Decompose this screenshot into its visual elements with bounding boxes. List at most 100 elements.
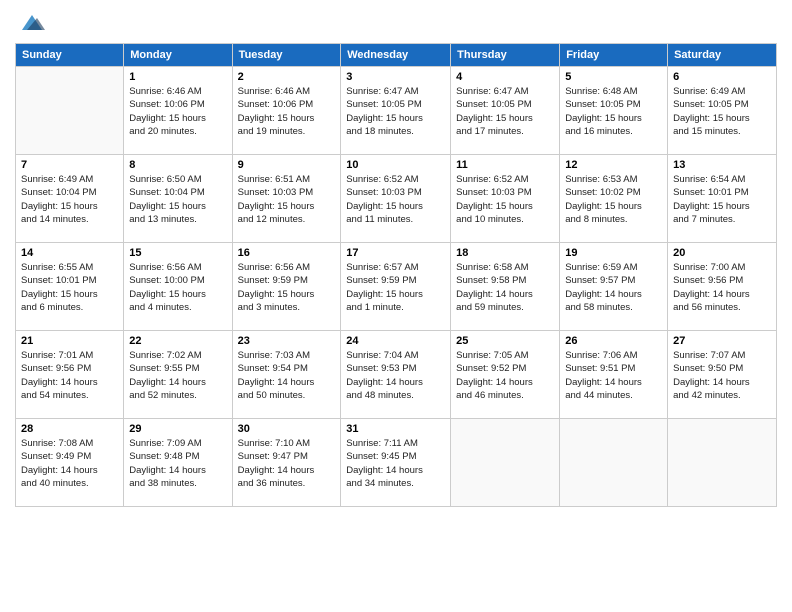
day-info: Sunrise: 6:47 AM Sunset: 10:05 PM Daylig… xyxy=(456,85,554,138)
day-number: 16 xyxy=(238,247,336,259)
day-info: Sunrise: 6:52 AM Sunset: 10:03 PM Daylig… xyxy=(346,173,445,226)
day-info: Sunrise: 6:56 AM Sunset: 10:00 PM Daylig… xyxy=(129,261,226,314)
day-number: 2 xyxy=(238,71,336,83)
calendar-cell: 6Sunrise: 6:49 AM Sunset: 10:05 PM Dayli… xyxy=(668,67,777,155)
calendar-header-row: SundayMondayTuesdayWednesdayThursdayFrid… xyxy=(16,44,777,67)
calendar-cell: 24 Sunrise: 7:04 AM Sunset: 9:53 PM Dayli… xyxy=(341,331,451,419)
calendar-week-row: 7Sunrise: 6:49 AM Sunset: 10:04 PM Dayli… xyxy=(16,155,777,243)
logo-icon xyxy=(17,10,47,35)
calendar-week-row: 14 Sunrise: 6:55 AM Sunset: 10:01 PM Dayl… xyxy=(16,243,777,331)
day-info: Sunrise: 6:46 AM Sunset: 10:06 PM Daylig… xyxy=(238,85,336,138)
calendar-cell xyxy=(16,67,124,155)
day-of-week-header: Monday xyxy=(124,44,232,67)
day-info: Sunrise: 6:53 AM Sunset: 10:02 PM Daylig… xyxy=(565,173,662,226)
calendar-cell: 27 Sunrise: 7:07 AM Sunset: 9:50 PM Dayli… xyxy=(668,331,777,419)
day-of-week-header: Wednesday xyxy=(341,44,451,67)
day-number: 14 xyxy=(21,247,118,259)
day-info: Sunrise: 7:03 AM Sunset: 9:54 PM Dayligh… xyxy=(238,349,336,402)
calendar-cell: 11 Sunrise: 6:52 AM Sunset: 10:03 PM Dayl… xyxy=(451,155,560,243)
day-number: 21 xyxy=(21,335,118,347)
day-info: Sunrise: 7:10 AM Sunset: 9:47 PM Dayligh… xyxy=(238,437,336,490)
day-of-week-header: Tuesday xyxy=(232,44,341,67)
day-info: Sunrise: 7:04 AM Sunset: 9:53 PM Dayligh… xyxy=(346,349,445,402)
calendar-cell: 23 Sunrise: 7:03 AM Sunset: 9:54 PM Dayli… xyxy=(232,331,341,419)
day-number: 22 xyxy=(129,335,226,347)
day-info: Sunrise: 7:00 AM Sunset: 9:56 PM Dayligh… xyxy=(673,261,771,314)
day-number: 3 xyxy=(346,71,445,83)
calendar-cell: 14 Sunrise: 6:55 AM Sunset: 10:01 PM Dayl… xyxy=(16,243,124,331)
calendar-cell: 28 Sunrise: 7:08 AM Sunset: 9:49 PM Dayli… xyxy=(16,419,124,507)
calendar-cell: 13 Sunrise: 6:54 AM Sunset: 10:01 PM Dayl… xyxy=(668,155,777,243)
day-info: Sunrise: 6:52 AM Sunset: 10:03 PM Daylig… xyxy=(456,173,554,226)
day-number: 11 xyxy=(456,159,554,171)
calendar-cell: 29Sunrise: 7:09 AM Sunset: 9:48 PM Dayli… xyxy=(124,419,232,507)
calendar-cell: 18 Sunrise: 6:58 AM Sunset: 9:58 PM Dayli… xyxy=(451,243,560,331)
calendar-cell: 2 Sunrise: 6:46 AM Sunset: 10:06 PM Dayli… xyxy=(232,67,341,155)
calendar-cell: 19 Sunrise: 6:59 AM Sunset: 9:57 PM Dayli… xyxy=(560,243,668,331)
calendar-cell: 22 Sunrise: 7:02 AM Sunset: 9:55 PM Dayli… xyxy=(124,331,232,419)
day-number: 6 xyxy=(673,71,771,83)
calendar-cell: 21 Sunrise: 7:01 AM Sunset: 9:56 PM Dayli… xyxy=(16,331,124,419)
calendar-cell: 9 Sunrise: 6:51 AM Sunset: 10:03 PM Dayli… xyxy=(232,155,341,243)
day-info: Sunrise: 6:59 AM Sunset: 9:57 PM Dayligh… xyxy=(565,261,662,314)
day-number: 9 xyxy=(238,159,336,171)
day-info: Sunrise: 6:58 AM Sunset: 9:58 PM Dayligh… xyxy=(456,261,554,314)
calendar: SundayMondayTuesdayWednesdayThursdayFrid… xyxy=(15,43,777,507)
day-of-week-header: Saturday xyxy=(668,44,777,67)
calendar-cell: 20Sunrise: 7:00 AM Sunset: 9:56 PM Dayli… xyxy=(668,243,777,331)
day-number: 23 xyxy=(238,335,336,347)
day-number: 1 xyxy=(129,71,226,83)
day-info: Sunrise: 7:08 AM Sunset: 9:49 PM Dayligh… xyxy=(21,437,118,490)
calendar-cell: 26 Sunrise: 7:06 AM Sunset: 9:51 PM Dayli… xyxy=(560,331,668,419)
logo xyxy=(15,10,47,35)
day-number: 7 xyxy=(21,159,118,171)
calendar-cell: 17Sunrise: 6:57 AM Sunset: 9:59 PM Dayli… xyxy=(341,243,451,331)
day-of-week-header: Thursday xyxy=(451,44,560,67)
day-of-week-header: Friday xyxy=(560,44,668,67)
day-number: 26 xyxy=(565,335,662,347)
calendar-cell: 1 Sunrise: 6:46 AM Sunset: 10:06 PM Dayli… xyxy=(124,67,232,155)
calendar-week-row: 21 Sunrise: 7:01 AM Sunset: 9:56 PM Dayli… xyxy=(16,331,777,419)
day-number: 8 xyxy=(129,159,226,171)
calendar-cell: 15Sunrise: 6:56 AM Sunset: 10:00 PM Dayl… xyxy=(124,243,232,331)
day-info: Sunrise: 6:56 AM Sunset: 9:59 PM Dayligh… xyxy=(238,261,336,314)
day-number: 25 xyxy=(456,335,554,347)
day-of-week-header: Sunday xyxy=(16,44,124,67)
calendar-cell: 30 Sunrise: 7:10 AM Sunset: 9:47 PM Dayli… xyxy=(232,419,341,507)
day-info: Sunrise: 6:46 AM Sunset: 10:06 PM Daylig… xyxy=(129,85,226,138)
calendar-week-row: 1 Sunrise: 6:46 AM Sunset: 10:06 PM Dayli… xyxy=(16,67,777,155)
calendar-cell xyxy=(668,419,777,507)
page: SundayMondayTuesdayWednesdayThursdayFrid… xyxy=(0,0,792,612)
day-number: 19 xyxy=(565,247,662,259)
day-info: Sunrise: 6:57 AM Sunset: 9:59 PM Dayligh… xyxy=(346,261,445,314)
day-number: 10 xyxy=(346,159,445,171)
calendar-cell: 4 Sunrise: 6:47 AM Sunset: 10:05 PM Dayli… xyxy=(451,67,560,155)
calendar-cell: 16 Sunrise: 6:56 AM Sunset: 9:59 PM Dayli… xyxy=(232,243,341,331)
calendar-cell xyxy=(560,419,668,507)
day-number: 4 xyxy=(456,71,554,83)
day-number: 18 xyxy=(456,247,554,259)
day-info: Sunrise: 6:51 AM Sunset: 10:03 PM Daylig… xyxy=(238,173,336,226)
day-number: 27 xyxy=(673,335,771,347)
day-info: Sunrise: 6:50 AM Sunset: 10:04 PM Daylig… xyxy=(129,173,226,226)
day-number: 13 xyxy=(673,159,771,171)
calendar-cell: 25Sunrise: 7:05 AM Sunset: 9:52 PM Dayli… xyxy=(451,331,560,419)
day-info: Sunrise: 7:11 AM Sunset: 9:45 PM Dayligh… xyxy=(346,437,445,490)
calendar-cell: 8 Sunrise: 6:50 AM Sunset: 10:04 PM Dayli… xyxy=(124,155,232,243)
calendar-cell: 5 Sunrise: 6:48 AM Sunset: 10:05 PM Dayli… xyxy=(560,67,668,155)
day-number: 28 xyxy=(21,423,118,435)
day-info: Sunrise: 7:02 AM Sunset: 9:55 PM Dayligh… xyxy=(129,349,226,402)
day-number: 5 xyxy=(565,71,662,83)
calendar-cell: 10 Sunrise: 6:52 AM Sunset: 10:03 PM Dayl… xyxy=(341,155,451,243)
day-number: 30 xyxy=(238,423,336,435)
calendar-cell: 7Sunrise: 6:49 AM Sunset: 10:04 PM Dayli… xyxy=(16,155,124,243)
day-info: Sunrise: 7:06 AM Sunset: 9:51 PM Dayligh… xyxy=(565,349,662,402)
day-info: Sunrise: 7:07 AM Sunset: 9:50 PM Dayligh… xyxy=(673,349,771,402)
day-info: Sunrise: 6:55 AM Sunset: 10:01 PM Daylig… xyxy=(21,261,118,314)
header xyxy=(15,10,777,35)
day-info: Sunrise: 6:54 AM Sunset: 10:01 PM Daylig… xyxy=(673,173,771,226)
calendar-cell: 3Sunrise: 6:47 AM Sunset: 10:05 PM Dayli… xyxy=(341,67,451,155)
day-number: 24 xyxy=(346,335,445,347)
day-info: Sunrise: 7:01 AM Sunset: 9:56 PM Dayligh… xyxy=(21,349,118,402)
day-info: Sunrise: 6:48 AM Sunset: 10:05 PM Daylig… xyxy=(565,85,662,138)
